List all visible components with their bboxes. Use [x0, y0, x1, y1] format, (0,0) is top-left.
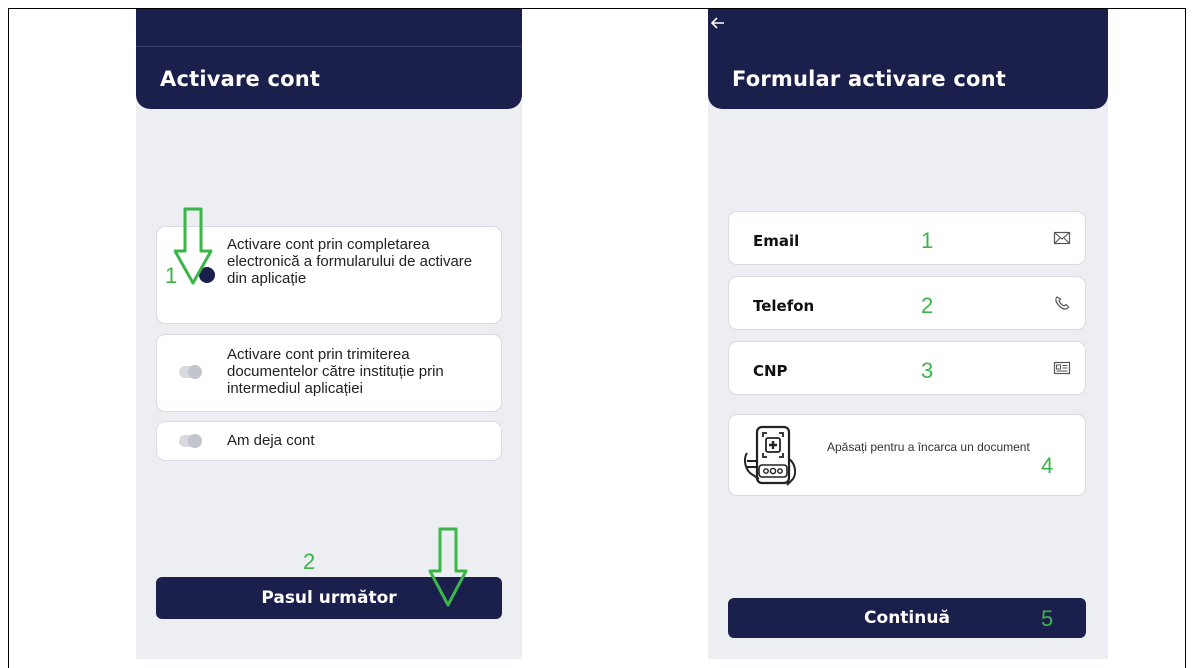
toggle-off-icon[interactable] — [179, 434, 202, 448]
right-phone-screen: Formular activare cont Email 1 Telefon 2… — [708, 9, 1108, 659]
toggle-off-icon[interactable] — [179, 365, 202, 379]
email-field[interactable]: Email 1 — [728, 211, 1086, 265]
annotation-number: 5 — [1041, 606, 1054, 631]
option-card-existing-account[interactable]: Am deja cont — [156, 421, 502, 461]
upload-document-icon — [744, 425, 797, 486]
arrow-left-icon[interactable] — [708, 13, 728, 38]
header-divider — [136, 46, 522, 47]
upload-document-card[interactable]: Apăsați pentru a încarca un document 4 — [728, 414, 1086, 496]
field-label: Email — [753, 232, 800, 250]
field-label: CNP — [753, 362, 788, 380]
continue-label: Continuă — [864, 608, 950, 628]
left-phone-screen: Activare cont Activare cont prin complet… — [136, 9, 522, 659]
option-label: Activare cont prin completarea electroni… — [227, 236, 473, 287]
right-header: Formular activare cont — [708, 9, 1108, 109]
mail-icon — [1053, 231, 1071, 245]
upload-label: Apăsați pentru a încarca un document — [827, 440, 1030, 454]
page-title: Formular activare cont — [732, 67, 1007, 91]
option-label: Am deja cont — [227, 432, 315, 449]
option-card-send-documents[interactable]: Activare cont prin trimiterea documentel… — [156, 334, 502, 412]
annotation-number: 4 — [1041, 453, 1054, 478]
annotation-arrow-icon — [174, 207, 213, 285]
annotation-number: 2 — [921, 293, 934, 318]
field-label: Telefon — [753, 297, 815, 315]
annotation-number: 2 — [303, 549, 316, 574]
id-card-icon — [1053, 361, 1071, 375]
cnp-field[interactable]: CNP 3 — [728, 341, 1086, 395]
option-label: Activare cont prin trimiterea documentel… — [227, 346, 444, 397]
annotation-number: 3 — [921, 358, 934, 383]
page-title: Activare cont — [160, 67, 321, 91]
continue-button[interactable]: Continuă — [728, 598, 1086, 638]
phone-field[interactable]: Telefon 2 — [728, 276, 1086, 330]
annotation-arrow-icon — [428, 527, 468, 607]
left-header: Activare cont — [136, 9, 522, 109]
phone-icon — [1055, 296, 1070, 310]
annotation-number: 1 — [921, 228, 934, 253]
